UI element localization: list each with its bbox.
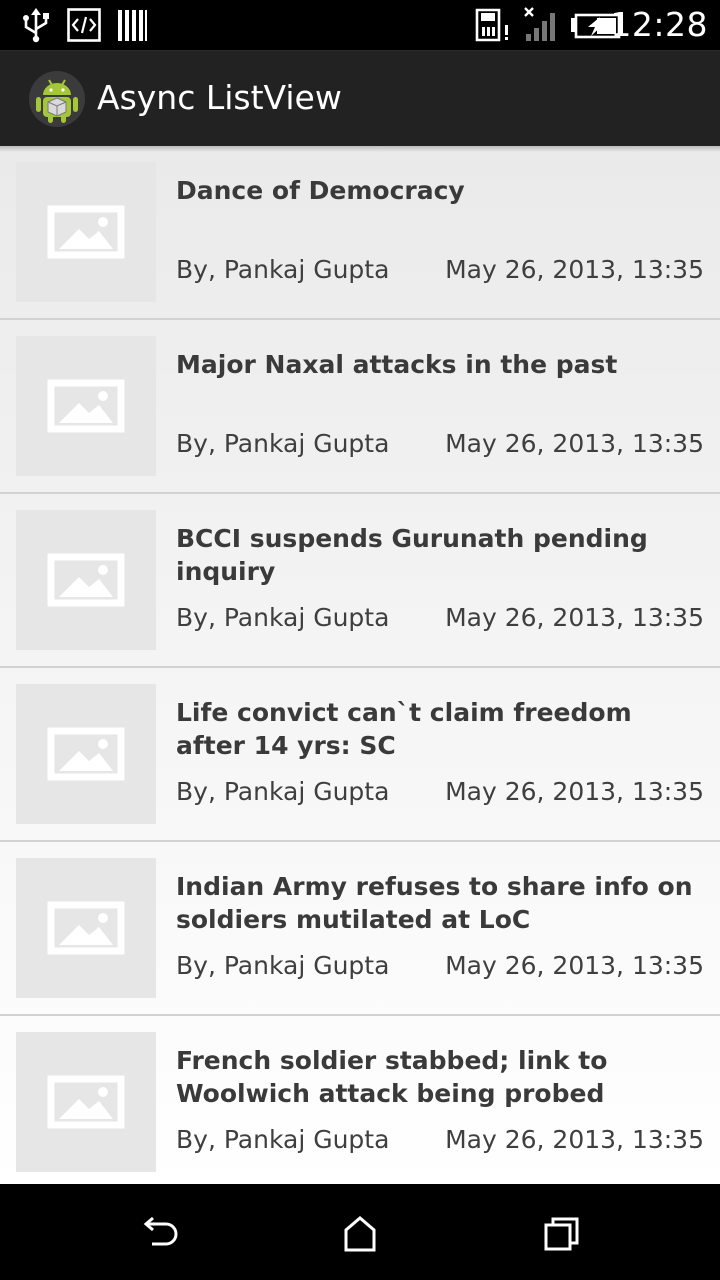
barcode-icon (118, 10, 147, 41)
clock-time: 12:28 (610, 5, 708, 44)
navigation-bar (0, 1184, 720, 1280)
image-placeholder-icon (47, 205, 125, 259)
item-title: French soldier stabbed; link to Woolwich… (176, 1046, 608, 1108)
image-placeholder-icon (47, 1075, 125, 1129)
item-title: BCCI suspends Gurunath pending inquiry (176, 524, 648, 586)
image-placeholder-icon (47, 553, 125, 607)
usb-icon (23, 8, 49, 43)
image-placeholder-icon (47, 727, 125, 781)
status-bar: 12:28 (0, 0, 720, 50)
item-date: May 26, 2013, 13:35 (445, 951, 704, 980)
item-author: By, Pankaj Gupta (176, 951, 390, 980)
item-title: Dance of Democracy (176, 176, 465, 205)
list-item[interactable]: Indian Army refuses to share info on sol… (0, 842, 720, 1016)
list-item[interactable]: French soldier stabbed; link to Woolwich… (0, 1016, 720, 1184)
news-list[interactable]: Dance of Democracy By, Pankaj Gupta May … (0, 146, 720, 1184)
app-title: Async ListView (97, 78, 342, 117)
thumbnail (16, 858, 156, 998)
sd-card-alert-icon (475, 8, 508, 42)
thumbnail (16, 510, 156, 650)
back-icon[interactable] (140, 1214, 180, 1254)
action-bar-shadow (0, 146, 720, 152)
item-author: By, Pankaj Gupta (176, 255, 390, 284)
recent-apps-icon[interactable] (542, 1214, 582, 1254)
item-author: By, Pankaj Gupta (176, 777, 390, 806)
item-date: May 26, 2013, 13:35 (445, 603, 704, 632)
item-date: May 26, 2013, 13:35 (445, 429, 704, 458)
item-author: By, Pankaj Gupta (176, 429, 390, 458)
thumbnail (16, 336, 156, 476)
signal-no-service-icon (524, 7, 555, 41)
item-title: Major Naxal attacks in the past (176, 350, 618, 379)
thumbnail (16, 1032, 156, 1172)
image-placeholder-icon (47, 901, 125, 955)
item-date: May 26, 2013, 13:35 (445, 255, 704, 284)
item-date: May 26, 2013, 13:35 (445, 777, 704, 806)
thumbnail (16, 684, 156, 824)
item-author: By, Pankaj Gupta (176, 1125, 390, 1154)
item-title: Indian Army refuses to share info on sol… (176, 872, 693, 934)
image-placeholder-icon (47, 379, 125, 433)
item-author: By, Pankaj Gupta (176, 603, 390, 632)
list-item[interactable]: Dance of Democracy By, Pankaj Gupta May … (0, 146, 720, 320)
thumbnail (16, 162, 156, 302)
list-item[interactable]: Major Naxal attacks in the past By, Pank… (0, 320, 720, 494)
action-bar: Async ListView (0, 50, 720, 146)
developer-code-icon (67, 8, 101, 42)
item-date: May 26, 2013, 13:35 (445, 1125, 704, 1154)
home-icon[interactable] (340, 1214, 380, 1254)
android-app-icon[interactable] (28, 70, 86, 128)
list-item[interactable]: BCCI suspends Gurunath pending inquiry B… (0, 494, 720, 668)
list-item[interactable]: Life convict can`t claim freedom after 1… (0, 668, 720, 842)
item-title: Life convict can`t claim freedom after 1… (176, 698, 632, 760)
